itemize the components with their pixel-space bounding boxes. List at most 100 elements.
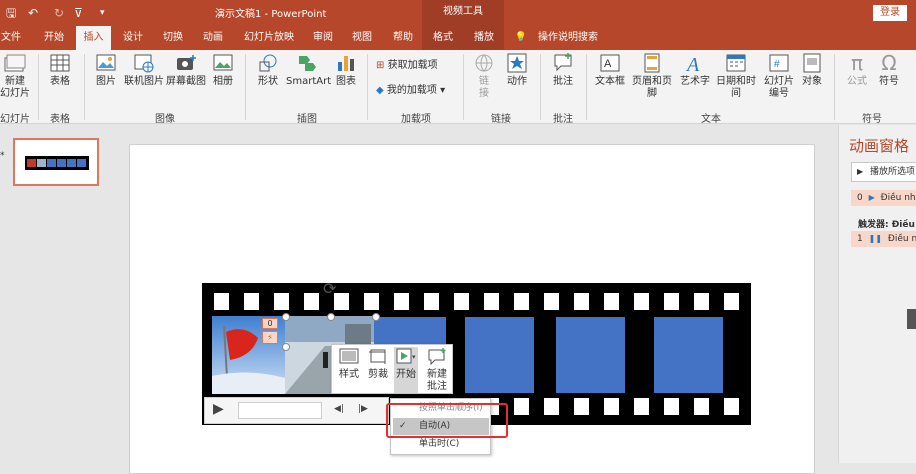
tab-playback[interactable]: 播放 <box>464 26 504 50</box>
film-sprocket-hole <box>694 293 709 310</box>
film-sprocket-hole <box>604 398 619 415</box>
tab-design[interactable]: 设计 <box>118 26 148 50</box>
equation-button[interactable]: π 公式 <box>842 52 872 88</box>
new-slide-icon <box>4 54 26 72</box>
screenshot-icon <box>177 55 196 70</box>
animation-item-number: 1 <box>857 234 863 244</box>
save-icon[interactable]: 🖫 <box>6 4 16 22</box>
new-comment-button[interactable]: 新建 批注 <box>423 347 451 393</box>
tab-transitions[interactable]: 切换 <box>158 26 188 50</box>
crop-button[interactable]: 剪裁 <box>365 347 391 381</box>
start-button[interactable]: ▾ 开始 <box>394 347 418 393</box>
film-sprocket-hole <box>424 293 439 310</box>
online-picture-icon <box>134 54 154 73</box>
document-title: 演示文稿1 - PowerPoint <box>215 9 327 20</box>
redo-icon[interactable]: ↻ <box>54 4 64 22</box>
symbol-button[interactable]: Ω 符号 <box>874 52 904 88</box>
my-addins-button[interactable]: ◆ 我的加载项 ▾ <box>376 85 460 97</box>
film-sprocket-hole <box>394 293 409 310</box>
seek-back-icon[interactable]: ◀| <box>334 404 344 414</box>
dropdown-arrow-icon: ▾ <box>440 85 446 96</box>
slide-thumbnail-1[interactable] <box>13 138 99 186</box>
play-selected-label: 播放所选项 <box>870 167 916 177</box>
menu-item-label: 单击时(C) <box>419 439 460 449</box>
play-selected-button[interactable]: ▶ 播放所选项 <box>851 162 916 182</box>
get-addins-button[interactable]: ⊞ 获取加载项 <box>376 60 460 72</box>
comment-button[interactable]: 批注 <box>548 52 578 88</box>
svg-text:A: A <box>685 54 700 74</box>
new-comment-label: 新建 批注 <box>427 369 447 392</box>
pi-icon: π <box>850 51 864 75</box>
picture-button[interactable]: 图片 <box>90 52 122 88</box>
customize-qat-icon[interactable]: ▾ <box>100 4 105 22</box>
shapes-button[interactable]: 形状 <box>252 52 284 88</box>
wordart-button[interactable]: A 艺术字 <box>678 52 712 88</box>
animation-number-badge[interactable]: 0 <box>262 318 278 329</box>
tab-view[interactable]: 视图 <box>348 26 376 50</box>
ribbon-tabs: 文件 开始 插入 设计 切换 动画 幻灯片放映 审阅 视图 帮助 格式 播放 💡… <box>0 26 916 50</box>
link-label: 链 接 <box>479 76 489 99</box>
animation-item-1[interactable]: 1 ❚❚ Điều nh <box>851 231 916 247</box>
style-button[interactable]: 样式 <box>336 347 362 381</box>
seek-forward-icon[interactable]: |▶ <box>358 404 368 414</box>
group-label-symbols: 符号 <box>862 114 882 125</box>
rotate-handle-icon[interactable]: ⟳ <box>323 281 336 297</box>
chart-button[interactable]: 图表 <box>332 52 360 88</box>
action-star-icon <box>507 53 527 73</box>
picture-icon <box>96 54 116 71</box>
scrollbar-thumb[interactable] <box>907 309 916 329</box>
photo-album-icon <box>213 54 233 71</box>
header-footer-icon <box>644 53 660 73</box>
film-sprocket-hole <box>724 293 739 310</box>
smartart-button[interactable]: SmartArt <box>286 52 331 88</box>
animation-pane: 动画窗格 ▶ 播放所选项 0 ▶ Điều nh 触发器: Điều 1 ❚❚ … <box>838 125 916 463</box>
group-label-comments: 批注 <box>553 114 573 125</box>
group-label-links: 链接 <box>491 114 511 125</box>
header-footer-button[interactable]: 页眉和页脚 <box>628 52 676 100</box>
divider <box>540 54 541 120</box>
object-button[interactable]: 对象 <box>798 52 826 88</box>
tab-animations[interactable]: 动画 <box>198 26 228 50</box>
film-sprocket-hole <box>634 398 649 415</box>
date-time-button[interactable]: 日期和时间 <box>712 52 760 100</box>
menu-item-when-clicked-on[interactable]: 单击时(C) <box>393 436 489 453</box>
online-picture-button[interactable]: 联机图片 <box>124 52 164 88</box>
animation-item-0[interactable]: 0 ▶ Điều nh <box>851 190 916 206</box>
screenshot-button[interactable]: 屏幕截图 <box>166 52 206 88</box>
tab-slideshow[interactable]: 幻灯片放映 <box>241 26 297 50</box>
resize-handle-tl[interactable] <box>282 313 290 321</box>
film-sprocket-hole <box>484 293 499 310</box>
omega-icon: Ω <box>881 51 897 75</box>
textbox-button[interactable]: A 文本框 <box>594 52 626 88</box>
tab-help[interactable]: 帮助 <box>388 26 418 50</box>
divider <box>245 54 246 120</box>
slide-number-label: 幻灯片 编号 <box>764 76 794 99</box>
slide-number-button[interactable]: # 幻灯片 编号 <box>762 52 796 100</box>
new-slide-button[interactable]: 新建 幻灯片 <box>0 52 30 100</box>
lightbulb-icon: 💡 <box>514 32 528 43</box>
tab-home[interactable]: 开始 <box>40 26 68 50</box>
link-button[interactable]: 链 接 <box>470 52 498 100</box>
photo-album-button[interactable]: 相册 <box>208 52 238 88</box>
date-time-label: 日期和时间 <box>716 76 756 99</box>
video-progress-bar[interactable] <box>238 402 322 419</box>
animation-pane-title: 动画窗格 <box>849 137 910 155</box>
play-icon[interactable]: ▶ <box>213 401 224 417</box>
resize-handle-l[interactable] <box>282 343 290 351</box>
action-button[interactable]: 动作 <box>502 52 532 88</box>
undo-icon[interactable]: ↶ <box>28 4 38 22</box>
trigger-badge-icon[interactable]: ⚡ <box>262 331 278 344</box>
login-button[interactable]: 登录 <box>873 5 907 21</box>
photo-album-label: 相册 <box>213 76 233 87</box>
present-from-start-icon[interactable]: ⊽ <box>74 4 83 22</box>
textbox-icon: A <box>600 54 620 72</box>
tab-file[interactable]: 文件 <box>0 26 22 50</box>
tab-format[interactable]: 格式 <box>422 26 464 50</box>
tab-insert[interactable]: 插入 <box>76 26 111 50</box>
tab-review[interactable]: 审阅 <box>309 26 337 50</box>
resize-handle-tr[interactable] <box>372 313 380 321</box>
tell-me-search[interactable]: 操作说明搜索 <box>536 26 600 50</box>
table-button[interactable]: 表格 <box>44 52 76 88</box>
resize-handle-t[interactable] <box>327 313 335 321</box>
video-tools-context-label: 视频工具 <box>422 0 504 26</box>
